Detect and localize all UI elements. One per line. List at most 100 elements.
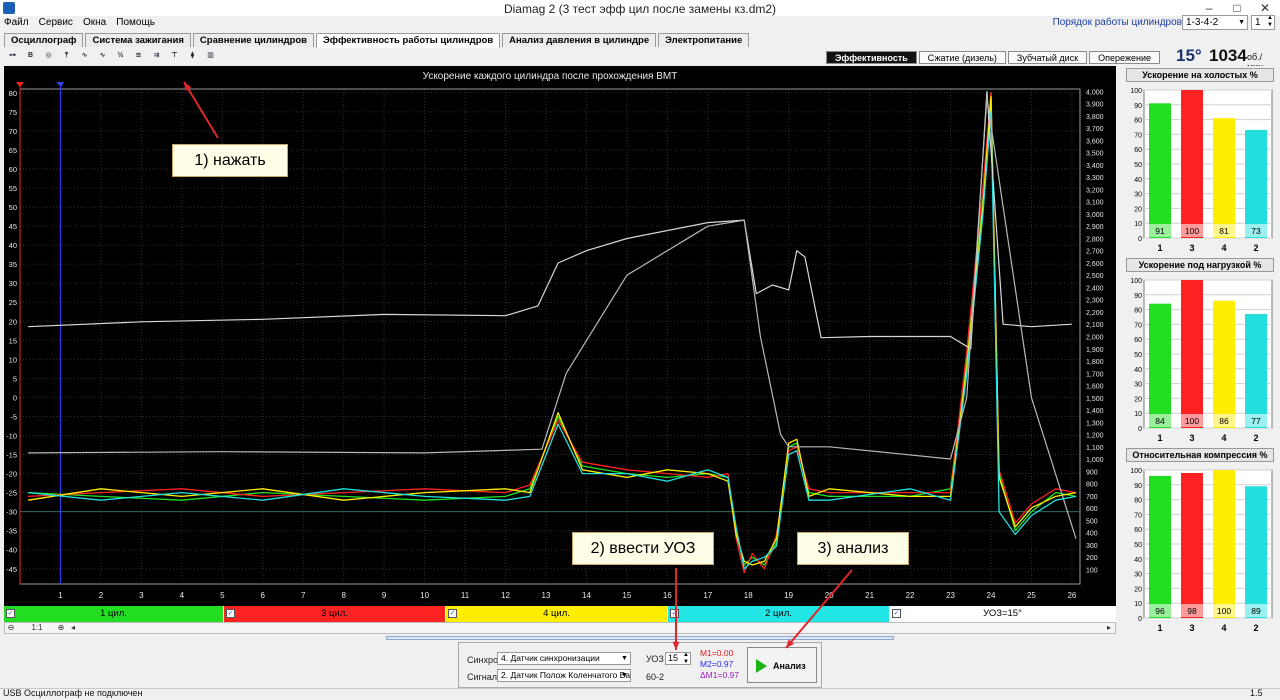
- bar-value-label: 100: [1217, 606, 1231, 616]
- panel-bar: [1181, 280, 1203, 428]
- panel-tick-label: 80: [1134, 308, 1142, 315]
- bars-icon[interactable]: ▥: [202, 48, 219, 64]
- tab-5[interactable]: Анализ давления в цилиндре: [502, 33, 657, 47]
- y-right-tick-label: 300: [1086, 543, 1098, 550]
- checkbox-icon[interactable]: ✓: [670, 609, 679, 618]
- cylinder-count-spinner[interactable]: 1 ▲ ▼: [1251, 15, 1275, 30]
- menu-help[interactable]: Помощь: [113, 16, 158, 29]
- y-right-tick-label: 1,500: [1086, 396, 1104, 403]
- y-left-tick-label: 0: [13, 393, 17, 402]
- subtab-2[interactable]: Сжатие (дизель): [918, 51, 1006, 64]
- minimize-button[interactable]: –: [1196, 0, 1222, 16]
- maximize-button[interactable]: □: [1224, 0, 1250, 16]
- y-right-tick-label: 200: [1086, 555, 1098, 562]
- checkbox-icon[interactable]: ✓: [892, 609, 901, 618]
- panel-bar: [1213, 470, 1235, 618]
- tab-4[interactable]: Эффективность работы цилиндров: [316, 33, 501, 48]
- panel-tick-label: 100: [1130, 468, 1142, 475]
- uoz-input[interactable]: 15 ▲ ▼: [665, 652, 691, 665]
- panel-tick-label: 20: [1134, 396, 1142, 403]
- panel-splitter[interactable]: [386, 636, 894, 640]
- panel-title-2: Ускорение под нагрузкой %: [1126, 258, 1274, 272]
- subtab-3[interactable]: Зубчатый диск: [1007, 51, 1088, 64]
- annotation-step3: 3) анализ: [797, 532, 909, 565]
- sync-value: 4. Датчик синхронизации: [501, 653, 600, 663]
- firing-order-value: 1-3-4-2: [1186, 17, 1219, 28]
- close-button[interactable]: ✕: [1252, 0, 1278, 16]
- panel-bar-chart-1: 10090807060504030201009111003814732: [1130, 88, 1273, 253]
- signal-select[interactable]: 2. Датчик Полож Коленчатого Вал ▼: [497, 669, 631, 682]
- y-right-tick-label: 1,700: [1086, 371, 1104, 378]
- legend-item-2[interactable]: ✓ 3 цил.: [224, 606, 446, 622]
- zoom-icon[interactable]: ⊶: [4, 48, 21, 64]
- legend-item-1[interactable]: ✓ 1 цил.: [4, 606, 224, 622]
- tab-3[interactable]: Сравнение цилиндров: [192, 33, 314, 47]
- y-left-tick-label: -40: [6, 546, 17, 555]
- checkbox-icon[interactable]: ✓: [6, 609, 15, 618]
- y-right-tick-label: 3,200: [1086, 187, 1104, 194]
- wave-icon[interactable]: ∿: [76, 48, 93, 64]
- bar-category-label: 4: [1221, 433, 1226, 443]
- legend-item-5[interactable]: ✓ УОЗ=15°: [890, 606, 1116, 622]
- panel-tick-label: 100: [1130, 278, 1142, 285]
- main-tabs: Осциллограф Система зажигания Сравнение ци…: [4, 33, 751, 48]
- tab-6[interactable]: Электропитание: [658, 33, 750, 47]
- legend-item-4[interactable]: ✓ 2 цил.: [668, 606, 890, 622]
- y-left-tick-label: 50: [9, 203, 17, 212]
- checkbox-icon[interactable]: ✓: [226, 609, 235, 618]
- menu-file[interactable]: Файл: [1, 16, 32, 29]
- horizontal-scrollbar[interactable]: ⊖ 1:1 ⊕ ◂ ▸: [4, 622, 1116, 634]
- bold-icon[interactable]: B: [22, 48, 39, 64]
- x-tick-label: 12: [501, 591, 510, 600]
- y-right-tick-label: 4,000: [1086, 89, 1104, 96]
- y-left-tick-label: -45: [6, 565, 17, 574]
- cylinders-icon[interactable]: ⧫: [184, 48, 201, 64]
- panel-tick-label: 30: [1134, 572, 1142, 579]
- bar-value-label: 100: [1185, 226, 1199, 236]
- marker-icon[interactable]: ⊤: [166, 48, 183, 64]
- analyze-button[interactable]: Анализ: [747, 647, 817, 683]
- legend-label: 3 цил.: [321, 608, 348, 619]
- legend-item-3[interactable]: ✓ 4 цил.: [446, 606, 668, 622]
- x-tick-label: 21: [865, 591, 874, 600]
- algorithm-icon[interactable]: ½: [112, 48, 129, 64]
- scroll-left-icon[interactable]: ◂: [67, 623, 79, 633]
- ignition-angle-readout: 15°: [1176, 46, 1202, 65]
- checkbox-icon[interactable]: ✓: [448, 609, 457, 618]
- x-tick-label: 17: [703, 591, 712, 600]
- spinner-arrows-icon: ▲ ▼: [683, 652, 689, 665]
- tab-1[interactable]: Осциллограф: [4, 33, 84, 47]
- y-left-tick-label: 20: [9, 317, 17, 326]
- menu-service[interactable]: Сервис: [36, 16, 76, 29]
- scroll-right-icon[interactable]: ▸: [1103, 623, 1115, 633]
- bar-value-label: 89: [1251, 606, 1261, 616]
- acceleration-chart[interactable]: Ускорение каждого цилиндра после прохожд…: [4, 66, 1116, 606]
- y-right-tick-label: 3,300: [1086, 175, 1104, 182]
- subtab-1[interactable]: Эффективность: [826, 51, 917, 64]
- wave-vt-icon[interactable]: ∿: [94, 48, 111, 64]
- x-tick-label: 23: [946, 591, 955, 600]
- cylinder-count-value: 1: [1255, 17, 1261, 28]
- sync-select[interactable]: 4. Датчик синхронизации ▼: [497, 652, 631, 665]
- bar-category-label: 2: [1253, 243, 1258, 253]
- zoom-out-icon[interactable]: ⊖: [5, 623, 17, 633]
- probe-icon[interactable]: ◎: [40, 48, 57, 64]
- firing-order-select[interactable]: 1-3-4-2 ▼: [1182, 15, 1248, 30]
- tab-2[interactable]: Система зажигания: [85, 33, 191, 47]
- panel-tick-label: 30: [1134, 192, 1142, 199]
- menu-windows[interactable]: Окна: [80, 16, 109, 29]
- cylinder-icon[interactable]: ≋: [130, 48, 147, 64]
- x-tick-label: 2: [99, 591, 104, 600]
- y-left-tick-label: 70: [9, 127, 17, 136]
- status-version: 1.5: [1250, 688, 1263, 698]
- panel-tick-label: 20: [1134, 206, 1142, 213]
- zoom-in-icon[interactable]: ⊕: [55, 623, 67, 633]
- x-tick-label: 11: [461, 591, 470, 600]
- x-tick-label: 16: [663, 591, 672, 600]
- y-left-tick-label: -35: [6, 527, 17, 536]
- x-tick-label: 24: [987, 591, 996, 600]
- bar-value-label: 81: [1219, 226, 1229, 236]
- timing-icon[interactable]: ⇉: [148, 48, 165, 64]
- scale-icon[interactable]: ⤒: [58, 48, 75, 64]
- subtab-4[interactable]: Опережение: [1089, 51, 1160, 64]
